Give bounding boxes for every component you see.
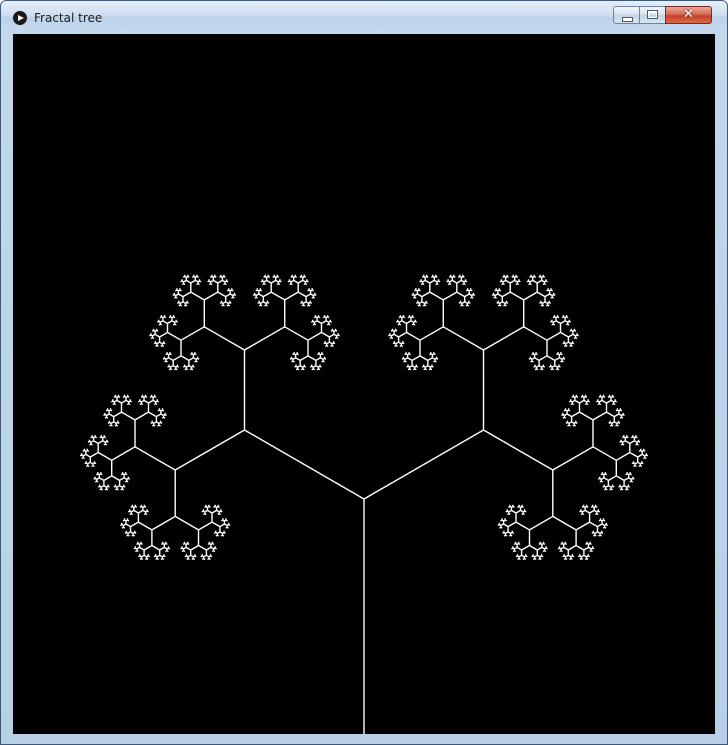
close-button[interactable]: ✕	[665, 6, 712, 24]
play-icon[interactable]	[13, 11, 27, 25]
app-window: Fractal tree ✕	[0, 0, 728, 745]
maximize-icon	[647, 10, 658, 19]
sketch-canvas[interactable]	[13, 34, 715, 734]
close-icon: ✕	[683, 7, 694, 22]
maximize-button[interactable]	[639, 6, 666, 24]
minimize-icon	[622, 17, 633, 22]
window-title: Fractal tree	[34, 11, 103, 25]
minimize-button[interactable]	[613, 6, 640, 24]
tree-branches	[79, 274, 649, 734]
title-bar[interactable]: Fractal tree ✕	[1, 1, 727, 32]
fractal-tree-drawing	[79, 274, 649, 734]
